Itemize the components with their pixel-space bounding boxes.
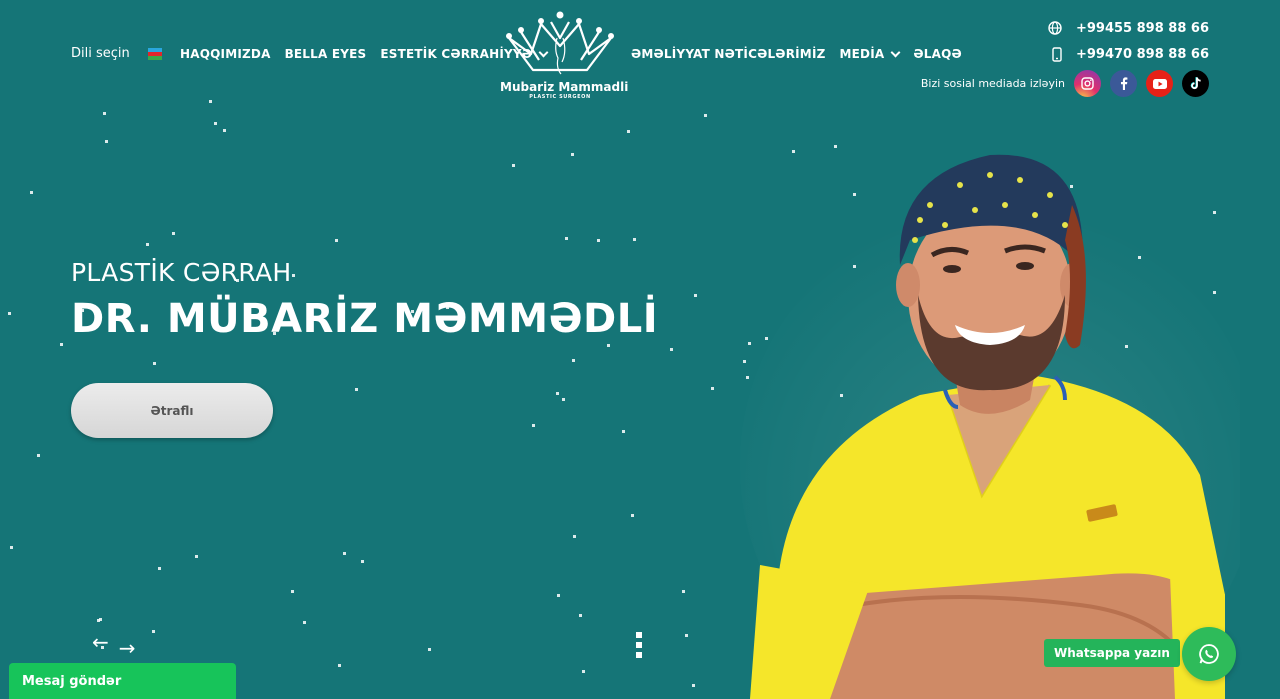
star-dot (158, 567, 161, 570)
tiktok-icon[interactable] (1182, 70, 1209, 97)
star-dot (557, 594, 560, 597)
slider-arrows: ← → (92, 630, 136, 660)
star-dot (571, 153, 574, 156)
star-dot (361, 560, 364, 563)
star-dot (562, 398, 565, 401)
logo-name: Mubariz Mammadli (500, 80, 629, 94)
star-dot (291, 590, 294, 593)
star-dot (172, 232, 175, 235)
star-dot (565, 237, 568, 240)
star-dot (670, 348, 673, 351)
nav-results[interactable]: ƏMƏLİYYAT NƏTİCƏLƏRİMİZ (631, 47, 826, 61)
star-dot (292, 274, 295, 277)
star-dot (209, 100, 212, 103)
hero-title: DR. MÜBARİZ MƏMMƏDLİ (71, 296, 659, 342)
star-dot (146, 243, 149, 246)
star-dot (694, 294, 697, 297)
main-nav-left: HAQQIMIZDA BELLA EYES ESTETİK CƏRRAHİYYƏ (180, 47, 549, 61)
star-dot (10, 546, 13, 549)
main-nav-right: ƏMƏLİYYAT NƏTİCƏLƏRİMİZ MEDİA ƏLAQƏ (631, 47, 962, 61)
star-dot (685, 634, 688, 637)
star-dot (692, 684, 695, 687)
facebook-icon[interactable] (1110, 70, 1137, 97)
star-dot (711, 387, 714, 390)
social-label: Bizi sosial mediada izləyin (920, 77, 1065, 90)
star-dot (152, 630, 155, 633)
star-dot (214, 122, 217, 125)
phone-number-1: +99455 898 88 66 (1075, 20, 1209, 36)
hero-subtitle: PLASTİK CƏRRAH (71, 258, 292, 287)
star-dot (512, 164, 515, 167)
star-dot (8, 312, 11, 315)
star-dot (627, 130, 630, 133)
send-message-bar[interactable]: Mesaj göndər (9, 663, 236, 699)
doctor-portrait (740, 154, 1240, 699)
star-dot (335, 239, 338, 242)
star-dot (532, 424, 535, 427)
phone-number-2: +99470 898 88 66 (1075, 46, 1209, 62)
scroll-indicator (636, 632, 642, 658)
star-dot (37, 454, 40, 457)
chevron-down-icon (890, 47, 901, 57)
star-dot (573, 535, 576, 538)
language-label: Dili seçin (71, 46, 130, 61)
star-dot (195, 555, 198, 558)
more-info-button[interactable]: Ətraflı (71, 383, 273, 438)
globe-icon (1048, 21, 1062, 35)
mobile-phone-icon (1052, 46, 1062, 62)
azerbaijan-flag-icon (147, 47, 162, 60)
phone-2[interactable]: +99470 898 88 66 (921, 44, 1209, 64)
star-dot (355, 388, 358, 391)
star-dot (223, 129, 226, 132)
phone-1[interactable]: +99455 898 88 66 (921, 18, 1209, 38)
star-dot (99, 618, 102, 621)
nav-about[interactable]: HAQQIMIZDA (180, 47, 271, 61)
star-dot (582, 670, 585, 673)
star-dot (682, 590, 685, 593)
next-arrow-icon[interactable]: → (119, 636, 136, 660)
star-dot (572, 359, 575, 362)
prev-arrow-icon[interactable]: ← (92, 630, 109, 660)
star-dot (30, 191, 33, 194)
youtube-icon[interactable] (1146, 70, 1173, 97)
social-row: Bizi sosial mediada izləyin (921, 70, 1209, 97)
star-dot (103, 112, 106, 115)
language-selector[interactable]: Dili seçin (71, 46, 162, 61)
site-logo[interactable]: Mubariz Mammadli PLASTIC SURGEON (500, 8, 629, 100)
star-dot (631, 514, 634, 517)
star-dot (97, 619, 100, 622)
star-dot (153, 362, 156, 365)
star-dot (622, 430, 625, 433)
contact-block: +99455 898 88 66 +99470 898 88 66 Bizi s… (921, 18, 1209, 97)
nav-media[interactable]: MEDİA (840, 47, 901, 61)
instagram-icon[interactable] (1074, 70, 1101, 97)
star-dot (60, 343, 63, 346)
nav-bella-eyes[interactable]: BELLA EYES (285, 47, 367, 61)
star-dot (105, 140, 108, 143)
whatsapp-icon (1199, 644, 1219, 664)
whatsapp-button[interactable] (1182, 627, 1236, 681)
star-dot (579, 614, 582, 617)
star-dot (597, 239, 600, 242)
star-dot (556, 392, 559, 395)
whatsapp-label[interactable]: Whatsappa yazın (1044, 639, 1180, 667)
star-dot (607, 344, 610, 347)
star-dot (704, 114, 707, 117)
logo-subtitle: PLASTIC SURGEON (529, 94, 591, 100)
star-dot (343, 552, 346, 555)
star-dot (633, 238, 636, 241)
star-dot (428, 648, 431, 651)
star-dot (303, 621, 306, 624)
crown-icon (506, 11, 614, 75)
star-dot (338, 664, 341, 667)
